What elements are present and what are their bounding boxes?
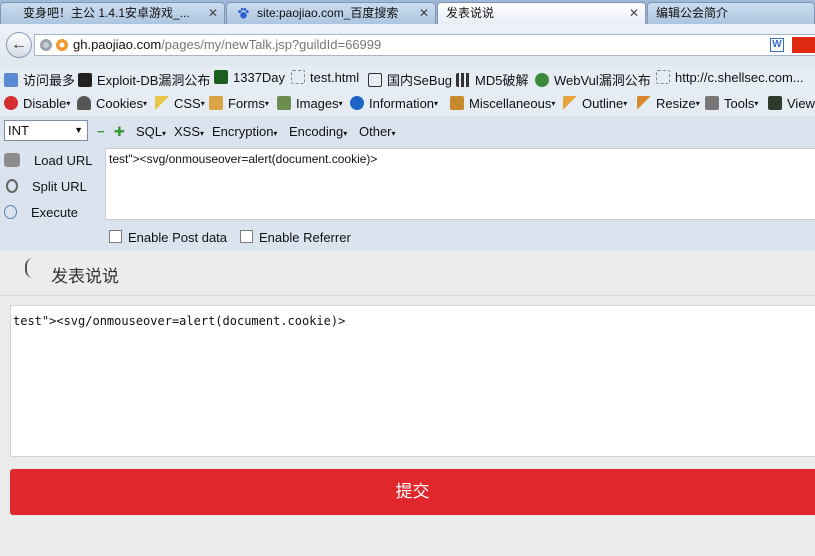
globe-icon [40,39,52,51]
minus-icon: − [97,124,105,139]
tab-label: site:paojiao.com_百度搜索 [257,6,399,20]
execute-button[interactable]: Execute [4,205,78,220]
webdev-resize-menu[interactable]: Resize▾ [637,96,700,111]
webdev-forms-menu[interactable]: Forms▾ [209,96,269,111]
word-icon[interactable]: W [770,38,784,52]
close-icon[interactable]: ✕ [629,3,639,23]
load-url-icon [4,153,20,167]
hackbar-other-menu[interactable]: Other▾ [359,124,396,139]
chevron-down-icon: ▼ [74,125,83,135]
page-header [0,251,815,296]
tab-label: 变身吧！主公 1.4.1安卓游戏_... [23,6,190,20]
plus-icon: ✚ [114,124,125,139]
misc-icon [450,96,464,110]
hackbar-url-textarea[interactable]: test"><svg/onmouseover=alert(document.co… [105,148,815,220]
talk-textarea[interactable]: test"><svg/onmouseover=alert(document.co… [10,305,815,457]
enable-referrer-checkbox[interactable]: Enable Referrer [240,230,351,245]
address-bar[interactable]: gh.paojiao.com/pages/my/newTalk.jsp?guil… [34,34,815,56]
grid-icon [456,73,470,87]
back-arrow-icon[interactable] [25,258,35,278]
webdev-css-menu[interactable]: CSS▾ [155,96,205,111]
webdev-disable-menu[interactable]: Disable▾ [4,96,70,111]
pencil-icon [155,96,169,110]
disable-icon [4,96,18,110]
sebug-icon [368,73,382,87]
1337day-icon [214,70,228,84]
page-title: 发表说说 [51,267,119,286]
webdev-outline-menu[interactable]: Outline▾ [563,96,627,111]
bookmark-test-html[interactable]: test.html [291,70,359,85]
bug-icon [535,73,549,87]
back-button[interactable]: ← [6,32,32,58]
submit-button[interactable]: 提交 [10,469,815,515]
close-icon[interactable]: ✕ [208,3,218,23]
page-icon [656,70,670,84]
load-url-button[interactable]: Load URL [4,153,93,168]
monitor-icon [768,96,782,110]
tab-active-post-talk[interactable]: 发表说说 ✕ [437,2,646,24]
webdev-information-menu[interactable]: Information▾ [350,96,438,111]
hackbar-encoding-menu[interactable]: Encoding▾ [289,124,347,139]
exploitdb-icon [78,73,92,87]
site-identity-icon [56,39,68,51]
resize-icon [637,96,651,110]
china-flag-icon[interactable] [792,37,815,53]
bookmark-most-visited[interactable]: 访问最多 [4,70,75,89]
checkbox-box[interactable] [240,230,253,243]
pencil-icon [563,96,577,110]
clipboard-icon [209,96,223,110]
bookmark-sebug[interactable]: 国内SeBug [368,70,452,89]
webdev-miscellaneous-menu[interactable]: Miscellaneous▾ [450,96,555,111]
baidu-paw-icon [238,8,249,19]
tab-label: 编辑公会简介 [656,6,729,20]
hackbar-encryption-menu[interactable]: Encryption▾ [212,124,277,139]
scissors-icon [6,179,18,193]
bookmark-md5[interactable]: MD5破解 [456,70,528,89]
url-host: gh.paojiao.com [73,37,162,52]
hackbar-xss-menu[interactable]: XSS▾ [174,124,204,139]
tab-guild-intro[interactable]: 编辑公会简介 [647,2,815,24]
webdev-view-source-menu[interactable]: View [768,96,815,111]
cookies-icon [77,96,91,110]
info-icon [350,96,364,110]
checkbox-box[interactable] [109,230,122,243]
page-icon [291,70,305,84]
webdev-tools-menu[interactable]: Tools▾ [705,96,758,111]
bookmark-webvul[interactable]: WebVul漏洞公布 [535,70,651,89]
tools-icon [705,96,719,110]
close-icon[interactable]: ✕ [419,3,429,23]
bookmark-shellsec[interactable]: http://c.shellsec.com... [656,70,804,85]
increase-button[interactable]: ✚ [114,124,125,140]
tab-label: 发表说说 [446,6,495,20]
enable-post-checkbox[interactable]: Enable Post data [109,230,227,245]
globe-icon [4,73,18,87]
split-url-button[interactable]: Split URL [4,179,87,194]
hackbar-sql-menu[interactable]: SQL▾ [136,124,166,139]
image-icon [277,96,291,110]
play-icon [4,205,17,219]
tab-baidu-search[interactable]: site:paojiao.com_百度搜索 ✕ [226,2,436,24]
webdev-images-menu[interactable]: Images▾ [277,96,343,111]
decrease-button[interactable]: − [97,124,105,139]
bookmark-1337day[interactable]: 1337Day [214,70,285,85]
url-path: /pages/my/newTalk.jsp?guildId=66999 [161,37,382,52]
bookmark-exploit-db[interactable]: Exploit-DB漏洞公布 [78,70,210,89]
webdev-cookies-menu[interactable]: Cookies▾ [77,96,147,111]
tab-game[interactable]: 变身吧！主公 1.4.1安卓游戏_... ✕ [0,2,225,24]
int-select[interactable]: INT ▼ [4,120,88,141]
